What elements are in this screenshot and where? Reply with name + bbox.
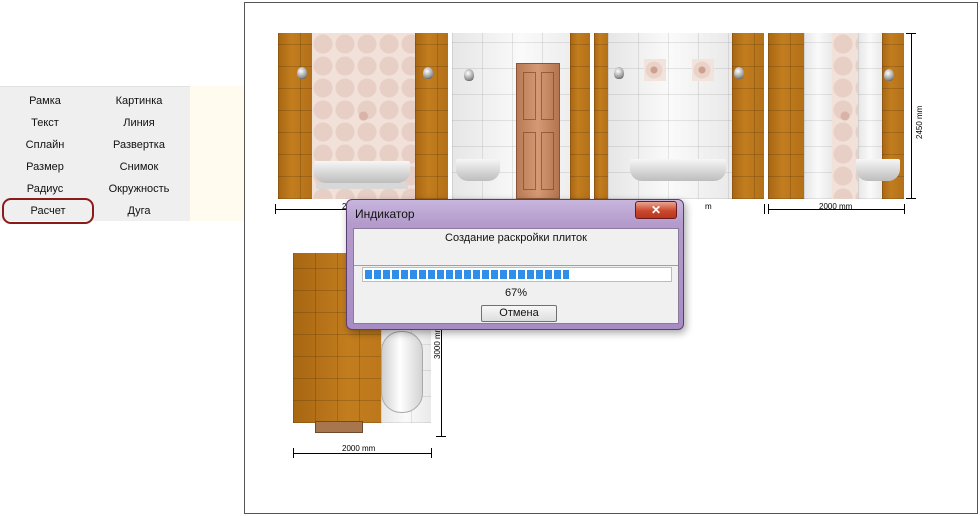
- tool-circle-button[interactable]: Окружность: [94, 180, 184, 198]
- wall-lamp-icon: [734, 67, 744, 79]
- dialog-message: Создание раскройки плиток: [445, 232, 587, 244]
- wall-height-label: 2450 mm: [915, 105, 924, 139]
- progress-dialog: Индикатор ✕ Создание раскройки плиток 67…: [346, 199, 684, 330]
- tool-unfold-button[interactable]: Развертка: [94, 136, 184, 154]
- divider: [354, 265, 678, 266]
- tool-radius-button[interactable]: Радиус: [2, 180, 88, 198]
- bathtub-top-icon: [381, 331, 423, 413]
- bathtub-front-icon: [314, 161, 410, 183]
- wall-lamp-icon: [884, 69, 894, 81]
- tool-picture-button[interactable]: Картинка: [94, 92, 184, 110]
- tool-arc-button[interactable]: Дуга: [94, 202, 184, 220]
- dimension-label: m: [705, 202, 712, 211]
- wall-elevation-2[interactable]: [452, 33, 590, 199]
- wall-elevation-4[interactable]: [768, 33, 904, 199]
- tool-panel: Рамка Текст Сплайн Размер Радиус Расчет …: [0, 86, 190, 224]
- tool-snapshot-button[interactable]: Снимок: [94, 158, 184, 176]
- wall-elevation-1[interactable]: [278, 33, 448, 199]
- wall-lamp-icon: [614, 67, 624, 79]
- rug-icon: [315, 421, 363, 433]
- close-icon[interactable]: ✕: [635, 201, 677, 219]
- bathtub-front-icon: [630, 159, 726, 181]
- dimension-line: [293, 453, 431, 454]
- wall-elevation-3[interactable]: [594, 33, 764, 199]
- tool-dimension-button[interactable]: Размер: [2, 158, 88, 176]
- tool-spline-button[interactable]: Сплайн: [2, 136, 88, 154]
- tool-line-button[interactable]: Линия: [94, 114, 184, 132]
- dimension-line: [911, 33, 912, 199]
- dialog-title: Индикатор: [355, 207, 415, 221]
- tool-panel-background: [190, 86, 244, 221]
- progress-bar: [362, 267, 672, 282]
- door-icon: [516, 63, 560, 199]
- dialog-body: Создание раскройки плиток 67% Отмена: [353, 228, 679, 324]
- floor-height-label: 3000 mm: [433, 325, 442, 359]
- floor-width-label: 2000 mm: [342, 444, 376, 453]
- cancel-button[interactable]: Отмена: [481, 305, 557, 322]
- wall-width-label: 2000 mm: [819, 202, 853, 211]
- tool-calculation-button[interactable]: Расчет: [2, 198, 94, 224]
- tool-text-button[interactable]: Текст: [2, 114, 88, 132]
- sink-icon: [456, 159, 500, 181]
- tool-frame-button[interactable]: Рамка: [2, 92, 88, 110]
- wall-lamp-icon: [423, 67, 433, 79]
- progress-percent: 67%: [504, 287, 528, 299]
- wall-lamp-icon: [464, 69, 474, 81]
- wall-lamp-icon: [297, 67, 307, 79]
- progress-bar-fill: [365, 270, 569, 279]
- sink-icon: [856, 159, 900, 181]
